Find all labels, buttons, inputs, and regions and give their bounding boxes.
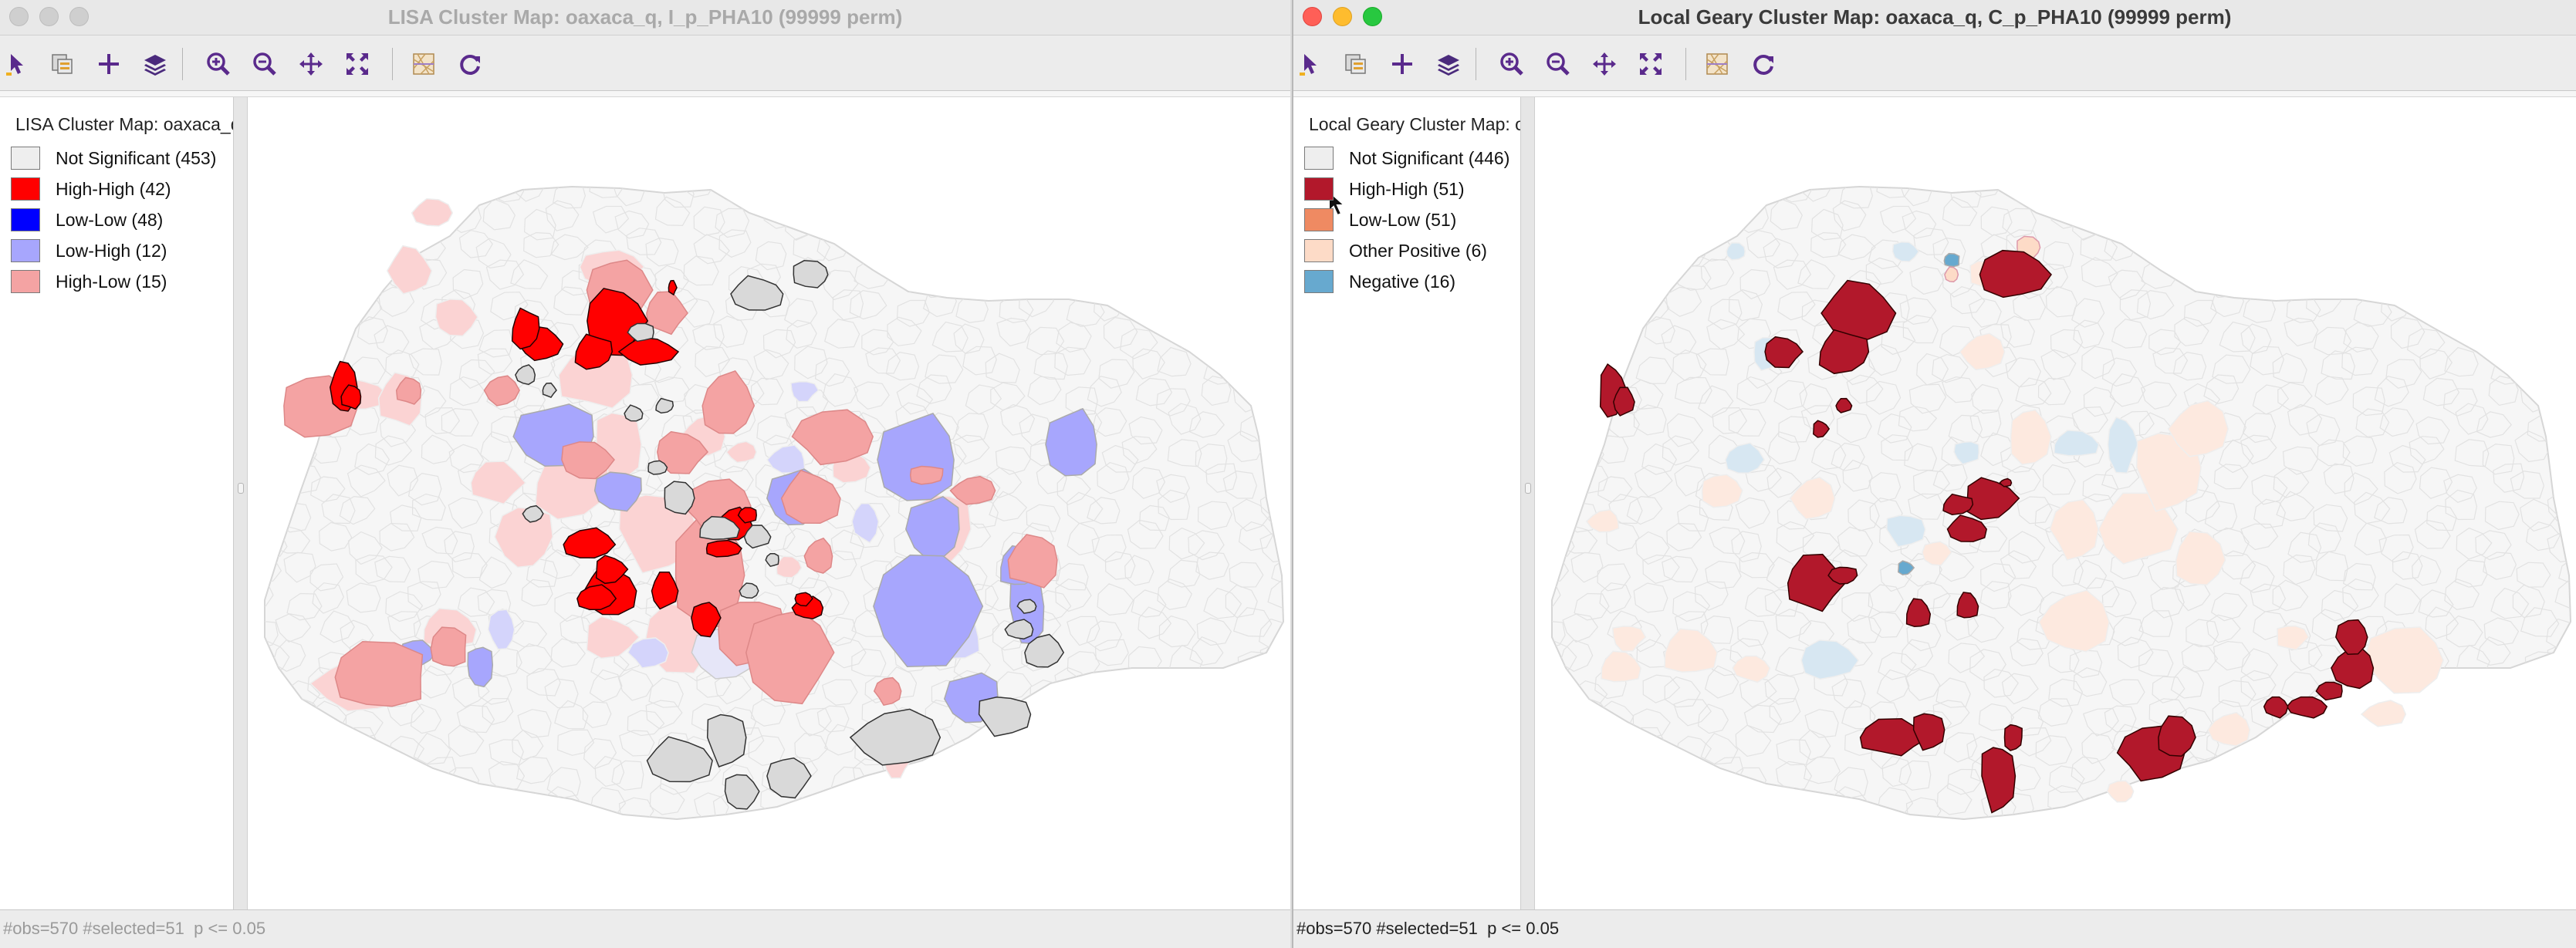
- toolbar: [1293, 35, 2576, 91]
- legend-swatch[interactable]: [1304, 270, 1334, 293]
- status-bar: #obs=570 #selected=51 p <= 0.05: [0, 909, 1290, 948]
- high-high-region: [2003, 724, 2023, 751]
- legend-swatch[interactable]: [1304, 239, 1334, 262]
- legend-swatch[interactable]: [1304, 177, 1334, 201]
- fit-extent-icon[interactable]: [1636, 49, 1665, 79]
- zoom-out-icon[interactable]: [250, 49, 279, 79]
- high-high-region: [2286, 696, 2328, 719]
- legend-label: Negative (16): [1349, 272, 1456, 292]
- splitter[interactable]: [234, 97, 248, 909]
- cluster-region: [411, 197, 454, 227]
- cluster-map[interactable]: [1535, 97, 2576, 909]
- legend-label: Low-High (12): [56, 241, 167, 261]
- legend-panel[interactable]: LISA Cluster Map: oaxaca_q, I_p_PHA10 (9…: [0, 97, 234, 909]
- legend-panel[interactable]: Local Geary Cluster Map: oaxaca_q, C_p_P…: [1293, 97, 1521, 909]
- legend-label: Other Positive (6): [1349, 241, 1487, 261]
- legend-swatch[interactable]: [11, 147, 40, 170]
- legend-title: LISA Cluster Map: oaxaca_q, I_p_PHA10 (9…: [15, 114, 233, 134]
- copy-map-icon[interactable]: [48, 49, 77, 79]
- toolbar: [0, 35, 1290, 91]
- high-low-region: [909, 465, 944, 485]
- legend-label: High-Low (15): [56, 272, 167, 292]
- refresh-icon[interactable]: [455, 49, 485, 79]
- title-bar[interactable]: Local Geary Cluster Map: oaxaca_q, C_p_P…: [1293, 0, 2576, 35]
- pan-icon[interactable]: [1590, 49, 1619, 79]
- add-icon[interactable]: [94, 49, 123, 79]
- high-low-region: [430, 626, 467, 667]
- layers-icon[interactable]: [140, 49, 170, 79]
- select-icon[interactable]: [3, 49, 32, 79]
- fit-extent-icon[interactable]: [343, 49, 372, 79]
- lisa-window: LISA Cluster Map: oaxaca_q, I_p_PHA10 (9…: [0, 0, 1290, 948]
- legend-swatch[interactable]: [11, 208, 40, 231]
- title-bar[interactable]: LISA Cluster Map: oaxaca_q, I_p_PHA10 (9…: [0, 0, 1290, 35]
- pan-icon[interactable]: [296, 49, 326, 79]
- status-bar: #obs=570 #selected=51 p <= 0.05: [1293, 909, 2576, 948]
- basemap-icon[interactable]: [1702, 49, 1732, 79]
- high-high-region: [2315, 681, 2343, 701]
- zoom-out-icon[interactable]: [1543, 49, 1573, 79]
- legend-swatch[interactable]: [1304, 147, 1334, 170]
- local-geary-window: Local Geary Cluster Map: oaxaca_q, C_p_P…: [1292, 0, 2576, 948]
- splitter[interactable]: [1521, 97, 1535, 909]
- layers-icon[interactable]: [1434, 49, 1463, 79]
- legend-label: High-High (42): [56, 179, 171, 199]
- add-icon[interactable]: [1388, 49, 1417, 79]
- legend-swatch[interactable]: [11, 270, 40, 293]
- legend-swatch[interactable]: [1304, 208, 1334, 231]
- basemap-icon[interactable]: [409, 49, 438, 79]
- legend-swatch[interactable]: [11, 177, 40, 201]
- legend-label: Low-Low (51): [1349, 210, 1457, 230]
- copy-map-icon[interactable]: [1341, 49, 1371, 79]
- selected-region: [793, 260, 829, 288]
- cluster-map[interactable]: [248, 97, 1290, 909]
- legend-title: Local Geary Cluster Map: oaxaca_q, C_p_P…: [1309, 114, 1520, 134]
- selected-region: [978, 697, 1032, 737]
- map-canvas[interactable]: [1535, 97, 2576, 909]
- cluster-region: [1726, 242, 1746, 261]
- window-title: Local Geary Cluster Map: oaxaca_q, C_p_P…: [1638, 5, 2232, 29]
- legend-label: Not Significant (446): [1349, 148, 1510, 168]
- negative-region: [1943, 252, 1960, 268]
- window-title: LISA Cluster Map: oaxaca_q, I_p_PHA10 (9…: [387, 5, 903, 29]
- map-canvas[interactable]: [248, 97, 1290, 909]
- select-icon[interactable]: [1296, 49, 1326, 79]
- refresh-icon[interactable]: [1749, 49, 1778, 79]
- legend-swatch[interactable]: [11, 239, 40, 262]
- legend-label: High-High (51): [1349, 179, 1465, 199]
- legend-label: Not Significant (453): [56, 148, 217, 168]
- cluster-region: [2360, 700, 2407, 727]
- zoom-in-icon[interactable]: [1497, 49, 1526, 79]
- legend-label: Low-Low (48): [56, 210, 164, 230]
- cluster-region: [2106, 780, 2135, 803]
- zoom-in-icon[interactable]: [204, 49, 233, 79]
